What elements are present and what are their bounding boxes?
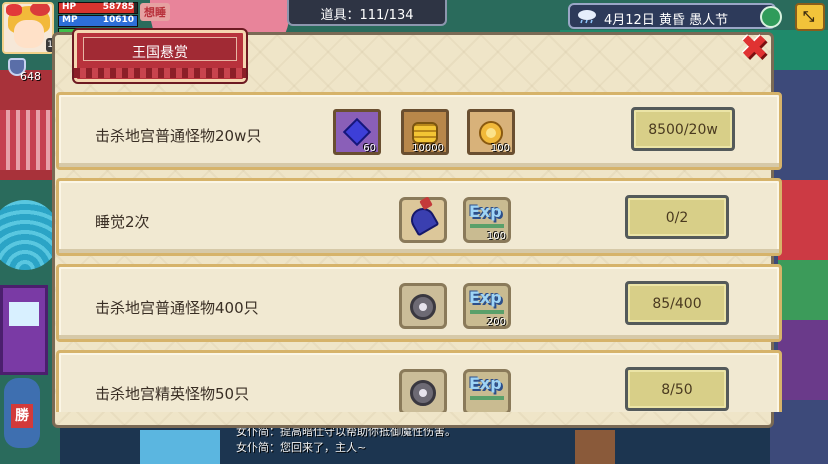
inventory-count-text: 道具：111/134 — [320, 8, 414, 23]
arrow-icon: ⤡ — [803, 9, 815, 25]
striped-awning — [0, 110, 55, 170]
mp-value: 10610 — [102, 15, 134, 25]
reward-quantity: 200 — [486, 317, 506, 328]
bounty-task-name: 击杀地宫普通怪物400只 — [95, 299, 259, 317]
bounty-progress-button[interactable]: 8/50 — [625, 367, 729, 411]
arcade-machine — [0, 285, 48, 375]
reward-slot[interactable]: 100 — [467, 109, 515, 155]
reward-slot[interactable] — [399, 283, 447, 329]
bounty-progress-text: 85/400 — [652, 296, 702, 312]
reward-slot[interactable]: Exp 200 — [463, 283, 511, 329]
sleepy-status-badge: 想睡 — [140, 3, 170, 21]
hp-bar: HP 58785 — [58, 2, 138, 14]
shield-value: 648 — [20, 70, 41, 83]
bounty-progress-text: 8500/20w — [648, 122, 718, 138]
mp-bar: MP 10610 — [58, 15, 138, 27]
close-icon: ✖ — [740, 28, 769, 68]
close-button[interactable]: ✖ — [740, 28, 770, 68]
reward-slot[interactable]: 10000 — [401, 109, 449, 155]
right-green-wall — [778, 260, 828, 320]
bounty-row: 击杀地宫精英怪物50只 Exp 8/50 — [56, 350, 782, 412]
exp-icon: Exp — [469, 374, 502, 393]
right-purple-wall — [778, 320, 828, 400]
silver-ring-icon — [410, 380, 436, 406]
blue-shop-sign — [140, 430, 220, 464]
bounty-progress-button[interactable]: 85/400 — [625, 281, 729, 325]
gold-medal-icon — [479, 121, 503, 145]
bounty-progress-button[interactable]: 0/2 — [625, 195, 729, 239]
bounty-task-name: 睡觉2次 — [95, 213, 150, 231]
reward-quantity: 60 — [363, 143, 376, 154]
chat-line: 女仆简：您回来了，主人~ — [236, 441, 367, 454]
inventory-counter[interactable]: 道具：111/134 — [287, 0, 447, 26]
bounty-row: 睡觉2次 Exp 100 0/2 — [56, 178, 782, 256]
lantern: 勝 — [4, 378, 40, 448]
reward-slot[interactable] — [399, 196, 447, 243]
hp-value: 58785 — [102, 2, 134, 12]
reward-slot[interactable]: Exp 100 — [463, 197, 511, 243]
silver-ring-icon — [410, 294, 436, 320]
gold-coins-icon — [412, 122, 438, 144]
cloud-rain-icon — [578, 10, 596, 24]
bounty-progress-text: 0/2 — [665, 210, 689, 226]
reward-slot[interactable] — [399, 369, 447, 412]
date-text: 4月12日 黄昏 愚人节 — [604, 13, 729, 28]
globe-icon[interactable] — [760, 6, 782, 28]
panel-title: 王国悬赏 — [132, 45, 188, 61]
exp-icon: Exp — [469, 288, 502, 307]
mp-label: MP — [62, 15, 78, 25]
reward-quantity: 10000 — [412, 143, 444, 154]
sapphire-gem-icon — [342, 117, 372, 147]
bounty-row: 击杀地宫普通怪物20w只 60 10000 100 8500/20w — [56, 92, 782, 170]
wooden-crate — [575, 430, 615, 464]
bounty-progress-button[interactable]: 8500/20w — [631, 107, 735, 151]
reward-slot[interactable]: 60 — [333, 109, 381, 155]
reward-slot[interactable]: Exp — [463, 369, 511, 412]
bounty-progress-text: 8/50 — [661, 382, 693, 398]
bounty-task-name: 击杀地宫精英怪物50只 — [95, 385, 250, 403]
exp-icon: Exp — [469, 202, 502, 221]
reward-quantity: 100 — [490, 143, 510, 154]
blue-fan-decoration — [0, 200, 60, 270]
toggle-menu-button[interactable]: ⤡ — [795, 3, 825, 31]
bounty-list[interactable]: 击杀地宫普通怪物20w只 60 10000 100 8500/20w 睡觉2次 … — [56, 92, 784, 412]
bounty-task-name: 击杀地宫普通怪物20w只 — [95, 127, 262, 145]
reward-quantity: 100 — [486, 231, 506, 242]
chat-log: 女仆简：提高暗仕守以帮助你抵御魔性伤害。 女仆简：您回来了，主人~ — [236, 424, 566, 456]
lantern-sign: 勝 — [11, 404, 33, 428]
right-red-wall — [778, 180, 828, 260]
blue-bell-icon — [406, 196, 440, 237]
date-weather-panel: 4月12日 黄昏 愚人节 — [568, 3, 776, 29]
hp-label: HP — [62, 2, 77, 12]
bounty-row: 击杀地宫普通怪物400只 Exp 200 85/400 — [56, 264, 782, 342]
banner-fringe — [74, 68, 246, 78]
